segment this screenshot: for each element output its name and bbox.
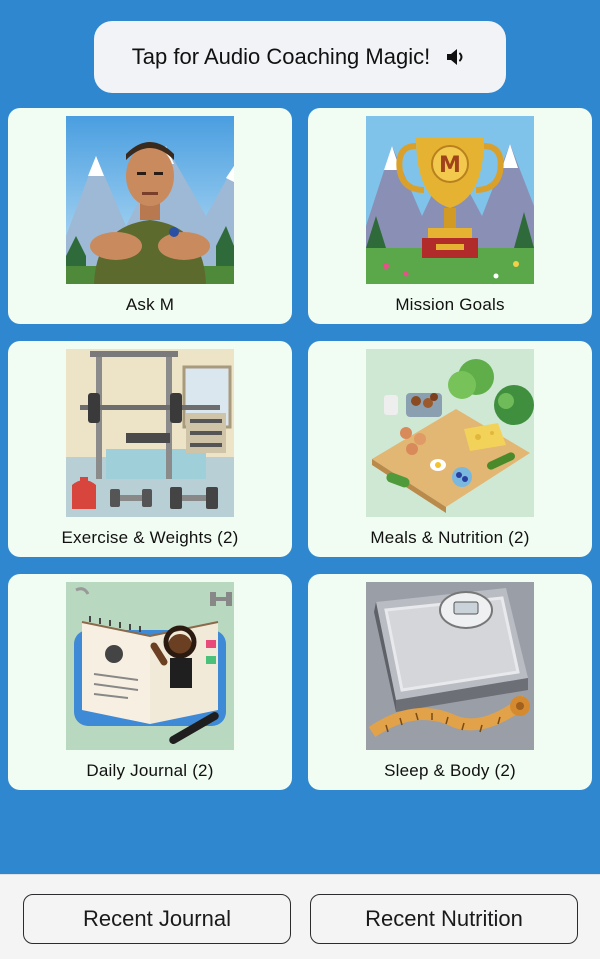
recent-journal-button[interactable]: Recent Journal xyxy=(23,894,291,944)
journal-illustration xyxy=(66,582,234,750)
card-label: Mission Goals xyxy=(395,295,505,314)
card-meals-nutrition[interactable]: Meals & Nutrition (2) xyxy=(308,341,592,557)
card-ask-m[interactable]: Ask M xyxy=(8,108,292,324)
category-grid: Ask M M Mission Goals Exercise & Weights… xyxy=(8,108,592,790)
card-label: Exercise & Weights (2) xyxy=(61,528,239,547)
audio-coaching-label: Tap for Audio Coaching Magic! xyxy=(131,44,431,69)
card-mission-goals[interactable]: M Mission Goals xyxy=(308,108,592,324)
card-label: Ask M xyxy=(125,295,175,314)
card-label: Sleep & Body (2) xyxy=(384,761,516,780)
card-exercise-weights[interactable]: Exercise & Weights (2) xyxy=(8,341,292,557)
card-daily-journal[interactable]: Daily Journal (2) xyxy=(8,574,292,790)
gym-illustration xyxy=(66,349,234,517)
card-label: Meals & Nutrition (2) xyxy=(370,528,530,547)
bottom-bar: Recent Journal Recent Nutrition xyxy=(0,874,600,959)
trophy-illustration: M xyxy=(366,116,534,284)
card-label: Daily Journal (2) xyxy=(86,761,214,780)
drill-sergeant-illustration xyxy=(66,116,234,284)
recent-nutrition-button[interactable]: Recent Nutrition xyxy=(310,894,578,944)
speaker-icon xyxy=(447,49,463,65)
svg-text:M: M xyxy=(439,153,461,178)
audio-coaching-button[interactable]: Tap for Audio Coaching Magic! xyxy=(94,21,506,93)
healthy-food-illustration xyxy=(366,349,534,517)
scale-illustration xyxy=(366,582,534,750)
card-sleep-body[interactable]: Sleep & Body (2) xyxy=(308,574,592,790)
